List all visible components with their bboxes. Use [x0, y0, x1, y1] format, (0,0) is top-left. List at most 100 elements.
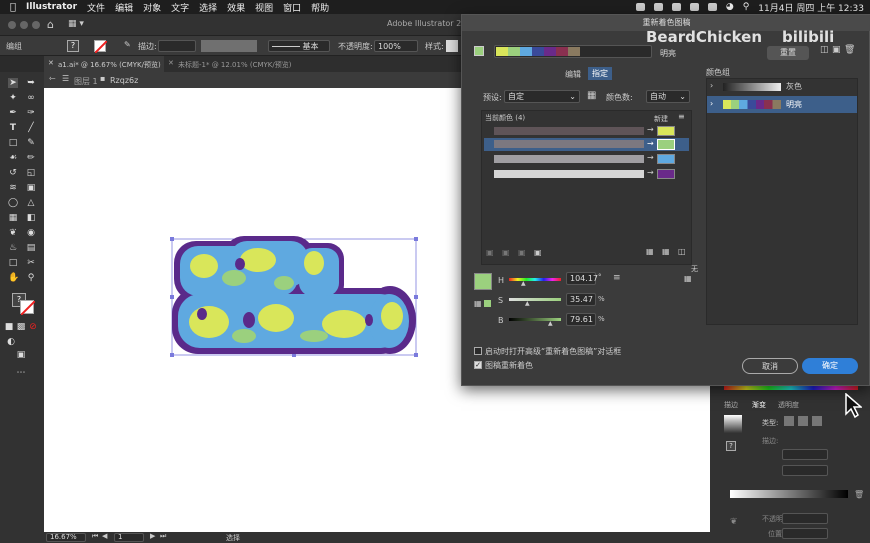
panel-tab-stroke[interactable]: 描边 — [724, 400, 738, 410]
color-row[interactable]: → — [484, 153, 689, 165]
color-row[interactable]: → — [484, 168, 689, 180]
curvature-tool-icon[interactable]: ✑ — [26, 108, 36, 118]
paintbrush-icon[interactable]: ✎ — [26, 138, 36, 148]
slider-menu-icon[interactable]: ≡ — [613, 273, 621, 283]
menu-file[interactable]: 文件 — [87, 1, 105, 14]
menu-effect[interactable]: 效果 — [227, 1, 245, 14]
linear-gradient-icon[interactable] — [784, 416, 794, 426]
color-mini-swatch[interactable] — [484, 300, 491, 307]
randomize-order-icon[interactable]: ▦ — [646, 247, 654, 256]
brightness-slider[interactable] — [509, 318, 561, 321]
screen-mode-icon[interactable]: ▣ — [16, 350, 26, 360]
brightness-slider-handle[interactable]: ▲ — [548, 320, 553, 327]
type-tool-icon[interactable]: T — [8, 123, 18, 133]
menu-edit[interactable]: 编辑 — [115, 1, 133, 14]
gradient-tool-icon[interactable]: ◧ — [26, 213, 36, 223]
new-color-swatch[interactable] — [657, 154, 675, 164]
zoom-dot[interactable] — [32, 21, 40, 29]
colors-count-select[interactable]: 自动 ⌄ — [646, 90, 690, 103]
preset-select[interactable]: 自定 ⌄ — [504, 90, 580, 103]
style-swatch[interactable] — [446, 40, 458, 52]
menu-help[interactable]: 帮助 — [311, 1, 329, 14]
gradient-position-field[interactable] — [782, 528, 828, 539]
randomize-saturation-icon[interactable]: ▦ — [662, 247, 670, 256]
back-icon[interactable]: ⇽ — [49, 74, 56, 83]
menu-icon[interactable]: ≡ — [678, 112, 685, 121]
hue-slider-handle[interactable]: ▲ — [521, 280, 526, 287]
arrow-right-icon[interactable]: → — [647, 168, 654, 177]
new-color-swatch[interactable] — [657, 139, 675, 150]
more-tools-icon[interactable]: ⋯ — [16, 368, 26, 378]
brightness-field[interactable]: 79.61 — [566, 313, 596, 326]
free-transform-icon[interactable]: ▣ — [26, 183, 36, 193]
perspective-grid-icon[interactable]: △ — [26, 198, 36, 208]
color-library-icon[interactable]: ▦ — [684, 274, 692, 283]
clock[interactable]: 11月4日 周四 上午 12:33 — [758, 1, 864, 14]
gradient-opacity-field[interactable] — [782, 513, 828, 524]
scale-tool-icon[interactable]: ◱ — [26, 168, 36, 178]
new-group-icon[interactable]: ▣ — [832, 45, 841, 55]
hand-tool-icon[interactable]: ✋ — [8, 273, 19, 283]
direct-selection-tool-icon[interactable]: ➥ — [26, 78, 36, 88]
workspace-icon[interactable]: ▦ ▾ — [68, 19, 84, 29]
last-page-icon[interactable]: ⏭ — [160, 532, 166, 541]
arrow-right-icon[interactable]: → — [647, 139, 654, 148]
gradient-preview[interactable] — [724, 415, 742, 433]
aspect-field[interactable] — [782, 465, 828, 476]
stroke-style-select[interactable]: 基本 — [268, 40, 330, 52]
symbol-sprayer-icon[interactable]: ♨ — [8, 243, 18, 253]
status-icon[interactable] — [635, 3, 645, 11]
warp-tool-icon[interactable]: ≋ — [8, 183, 18, 193]
new-color-swatch[interactable] — [657, 126, 675, 136]
reset-button[interactable]: 重置 — [767, 46, 809, 60]
color-group-item-selected[interactable]: › 明亮 — [707, 96, 857, 113]
close-dot[interactable] — [8, 21, 16, 29]
draw-mode-icon[interactable]: ◐ — [6, 337, 16, 347]
artboard-tool-icon[interactable]: □ — [8, 258, 18, 268]
minimize-dot[interactable] — [20, 21, 28, 29]
freeform-gradient-icon[interactable] — [812, 416, 822, 426]
stroke-swatch[interactable] — [94, 40, 108, 54]
saturation-field[interactable]: 35.47 — [566, 293, 596, 306]
group-name-field[interactable]: 明亮 — [660, 48, 676, 59]
close-icon[interactable]: ✕ — [168, 59, 174, 67]
breadcrumb-object[interactable]: Rzqz6z — [110, 76, 138, 85]
zoom-tool-icon[interactable]: ⚲ — [26, 273, 36, 283]
hue-field[interactable]: 104.17 — [566, 272, 598, 285]
mesh-tool-icon[interactable]: ▦ — [8, 213, 18, 223]
exclude-colors-icon[interactable]: ▣ — [518, 248, 526, 257]
apple-icon[interactable]:  — [10, 2, 16, 13]
prev-page-icon[interactable]: ◀ — [102, 532, 107, 540]
active-color-preview[interactable] — [474, 273, 492, 290]
arrow-right-icon[interactable]: → — [647, 153, 654, 162]
trash-icon[interactable]: 🗑 — [854, 490, 864, 499]
separate-colors-icon[interactable]: ▣ — [502, 248, 510, 257]
tab-edit[interactable]: 编辑 — [565, 69, 581, 80]
hue-slider[interactable] — [509, 278, 561, 281]
gradient-slider[interactable] — [730, 490, 848, 498]
radial-gradient-icon[interactable] — [798, 416, 808, 426]
advanced-dialog-checkbox[interactable] — [474, 347, 482, 355]
menu-type[interactable]: 文字 — [171, 1, 189, 14]
status-icon[interactable] — [707, 3, 717, 11]
pen-tool-icon[interactable]: ✒ — [8, 108, 18, 118]
home-icon[interactable]: ⌂ — [47, 18, 54, 31]
angle-field[interactable] — [782, 449, 828, 460]
fill-stroke-mini-icon[interactable]: ? — [726, 441, 736, 451]
page-field[interactable]: 1 — [114, 533, 144, 542]
zoom-field[interactable]: 16.67% — [46, 533, 86, 542]
gradient-mode-icon[interactable]: ▩ — [16, 322, 26, 332]
menu-object[interactable]: 对象 — [143, 1, 161, 14]
stroke-color-icon[interactable] — [20, 300, 36, 316]
status-icon[interactable] — [671, 3, 681, 11]
shaper-tool-icon[interactable]: ☙ — [8, 153, 18, 163]
panel-tab-gradient[interactable]: 渐变 — [752, 400, 766, 410]
color-mode-cube-icon[interactable]: ▦ — [474, 299, 482, 308]
menu-view[interactable]: 视图 — [255, 1, 273, 14]
search-icon[interactable]: ⚲ — [743, 2, 750, 12]
recolor-artwork-checkbox[interactable]: ✓ — [474, 361, 482, 369]
lasso-icon[interactable]: ∞ — [26, 93, 36, 103]
first-page-icon[interactable]: ⏮ — [92, 532, 98, 541]
saturation-slider-handle[interactable]: ▲ — [525, 300, 530, 307]
saturation-slider[interactable] — [509, 298, 561, 301]
